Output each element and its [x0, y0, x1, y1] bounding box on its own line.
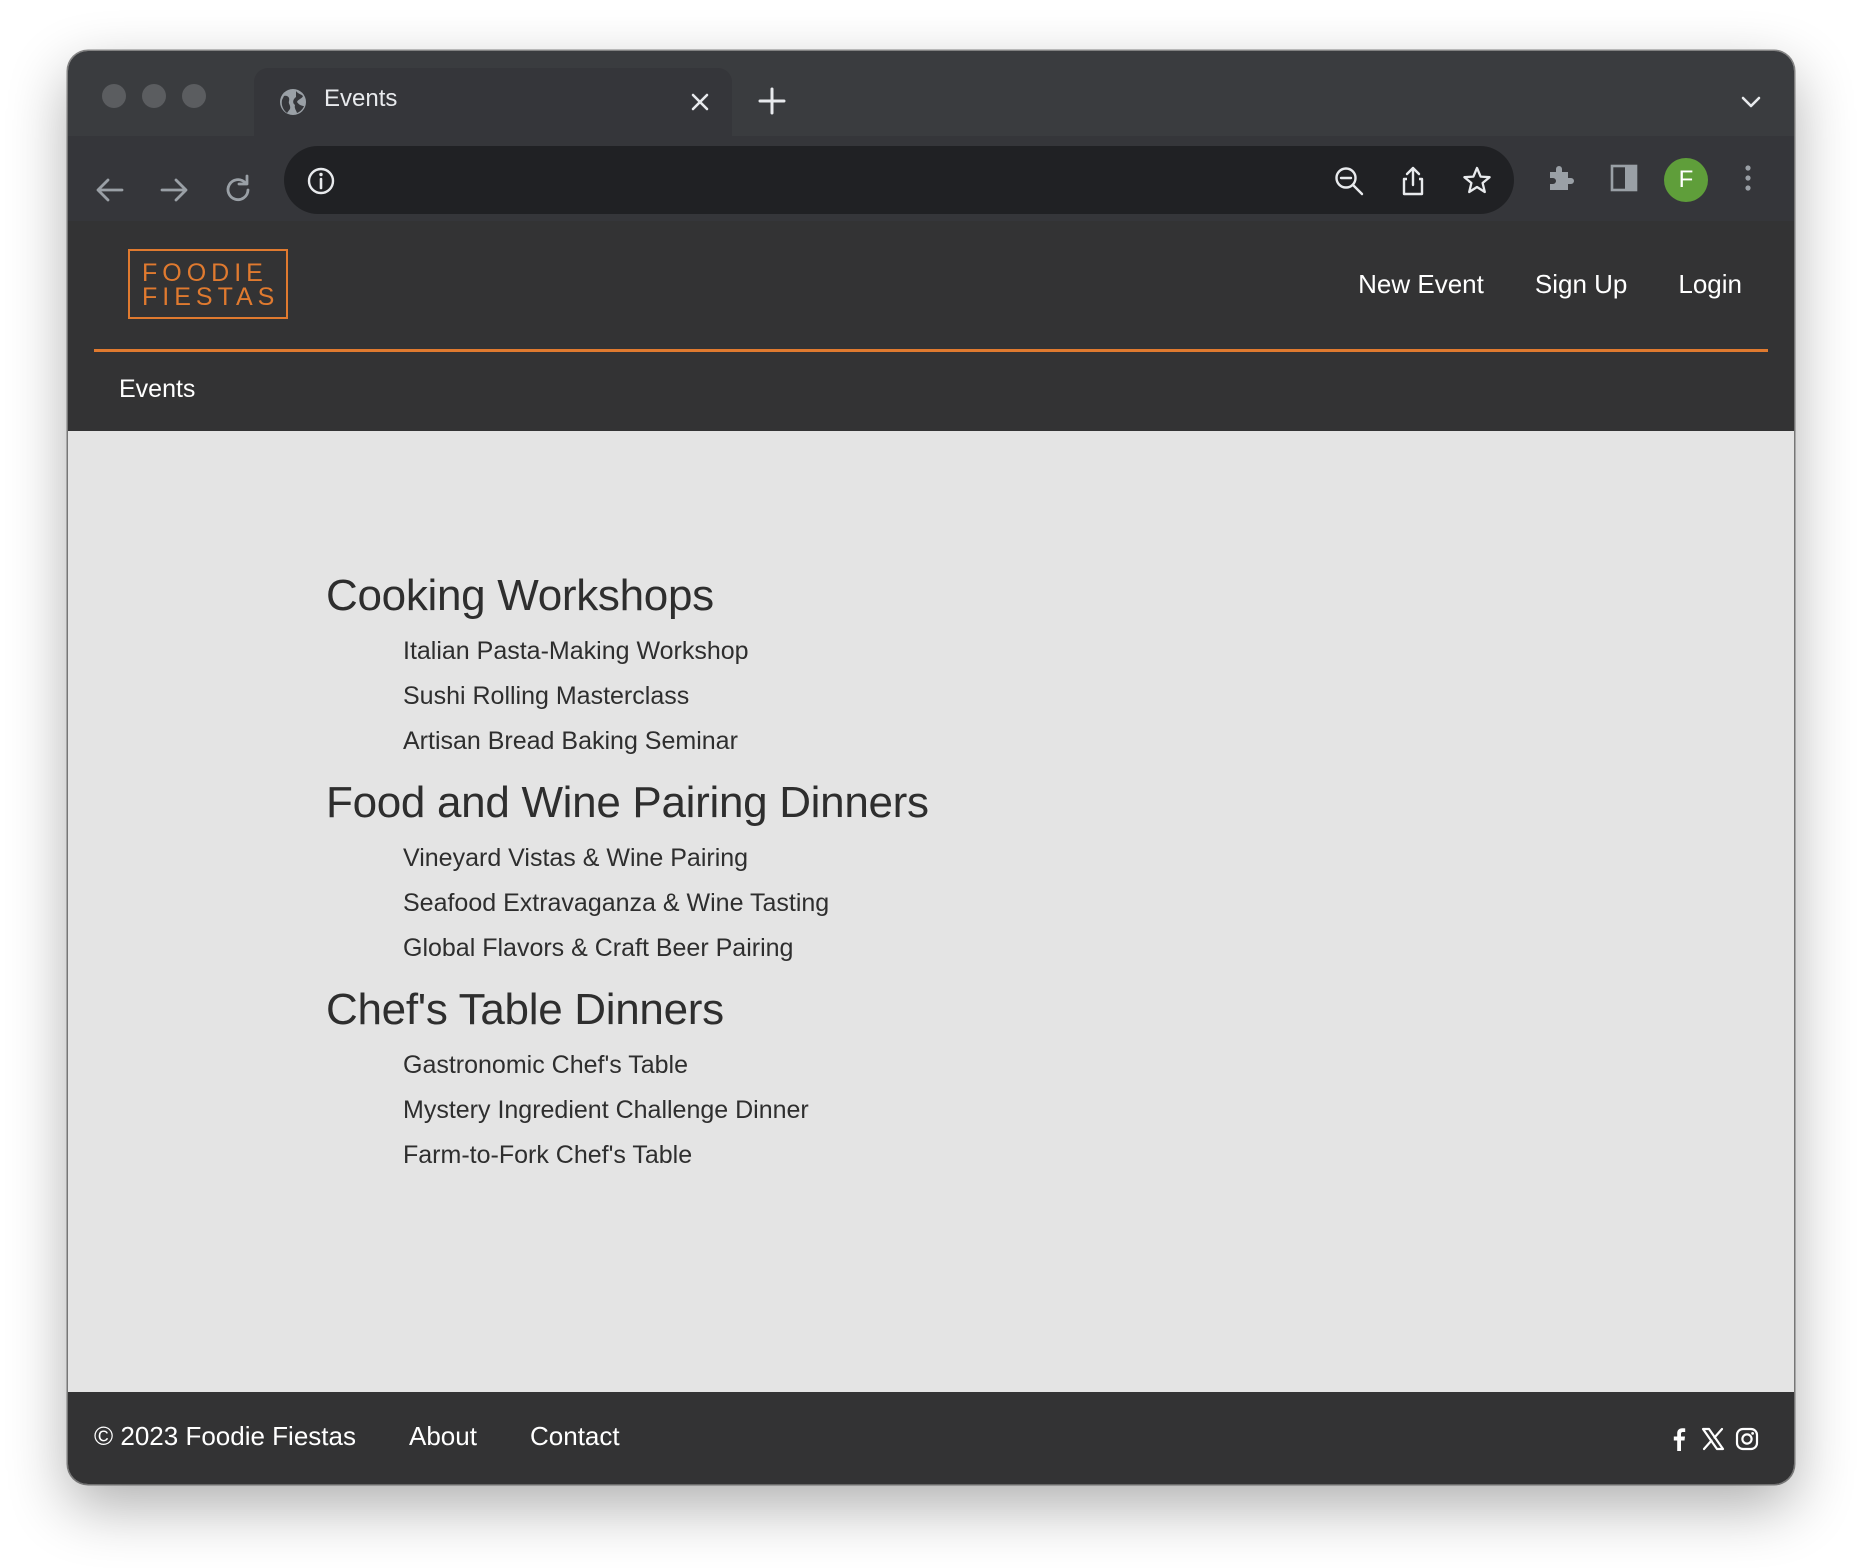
top-nav: New Event Sign Up Login	[1358, 269, 1742, 300]
window-close-dot[interactable]	[102, 84, 126, 108]
window-zoom-dot[interactable]	[182, 84, 206, 108]
event-item[interactable]: Vineyard Vistas & Wine Pairing	[403, 836, 929, 881]
forward-icon[interactable]	[156, 172, 192, 208]
event-category: Food and Wine Pairing Dinners Vineyard V…	[326, 778, 929, 971]
footer-contact-link[interactable]: Contact	[530, 1421, 620, 1452]
logo-line-1: FOODIE	[142, 259, 268, 287]
copyright-text: © 2023 Foodie Fiestas	[94, 1421, 356, 1451]
reload-icon[interactable]	[220, 172, 256, 208]
address-bar[interactable]	[284, 146, 1514, 214]
site-logo[interactable]: FOODIE FIESTAS	[128, 249, 288, 319]
tab-title: Events	[324, 85, 398, 112]
new-tab-icon[interactable]	[756, 85, 788, 117]
facebook-icon[interactable]	[1666, 1426, 1692, 1452]
chevron-down-icon[interactable]	[1738, 89, 1764, 115]
event-category: Chef's Table Dinners Gastronomic Chef's …	[326, 985, 929, 1178]
zoom-out-icon[interactable]	[1332, 164, 1366, 198]
event-item[interactable]: Seafood Extravaganza & Wine Tasting	[403, 881, 929, 926]
kebab-menu-icon[interactable]	[1730, 160, 1766, 196]
event-items: Italian Pasta-Making Workshop Sushi Roll…	[326, 629, 929, 764]
event-item[interactable]: Mystery Ingredient Challenge Dinner	[403, 1088, 929, 1133]
extensions-icon[interactable]	[1542, 160, 1578, 196]
header-divider	[94, 349, 1768, 352]
event-items: Gastronomic Chef's Table Mystery Ingredi…	[326, 1043, 929, 1178]
nav-new-event[interactable]: New Event	[1358, 269, 1484, 300]
logo-line-2: FIESTAS	[142, 283, 280, 311]
event-item[interactable]: Gastronomic Chef's Table	[403, 1043, 929, 1088]
profile-avatar[interactable]: F	[1664, 158, 1708, 202]
category-title: Cooking Workshops	[326, 571, 714, 620]
window-minimize-dot[interactable]	[142, 84, 166, 108]
category-title: Chef's Table Dinners	[326, 985, 724, 1034]
event-items: Vineyard Vistas & Wine Pairing Seafood E…	[326, 836, 929, 971]
category-title: Food and Wine Pairing Dinners	[326, 778, 929, 827]
browser-window: Events F FOODIE FIESTAS New Event Sign U…	[68, 51, 1794, 1484]
tab-strip: Events	[68, 51, 1794, 136]
instagram-icon[interactable]	[1734, 1426, 1760, 1452]
event-item[interactable]: Farm-to-Fork Chef's Table	[403, 1133, 929, 1178]
footer-about-link[interactable]: About	[409, 1421, 477, 1452]
event-category: Cooking Workshops Italian Pasta-Making W…	[326, 571, 929, 764]
tab-events[interactable]: Events	[254, 68, 732, 136]
bookmark-star-icon[interactable]	[1460, 164, 1494, 198]
nav-sign-up[interactable]: Sign Up	[1535, 269, 1628, 300]
subnav-events[interactable]: Events	[119, 375, 195, 404]
share-icon[interactable]	[1396, 164, 1430, 198]
info-icon[interactable]	[304, 164, 338, 198]
event-item[interactable]: Italian Pasta-Making Workshop	[403, 629, 929, 674]
x-icon[interactable]	[1700, 1426, 1726, 1452]
close-icon[interactable]	[686, 88, 714, 116]
back-icon[interactable]	[92, 172, 128, 208]
events-list: Cooking Workshops Italian Pasta-Making W…	[326, 571, 929, 1178]
site-header: FOODIE FIESTAS New Event Sign Up Login E…	[68, 221, 1794, 431]
nav-login[interactable]: Login	[1678, 269, 1742, 300]
event-item[interactable]: Artisan Bread Baking Seminar	[403, 719, 929, 764]
globe-icon	[280, 89, 306, 115]
event-item[interactable]: Sushi Rolling Masterclass	[403, 674, 929, 719]
side-panel-icon[interactable]	[1606, 160, 1642, 196]
event-item[interactable]: Global Flavors & Craft Beer Pairing	[403, 926, 929, 971]
site-footer: © 2023 Foodie Fiestas About Contact	[68, 1392, 1794, 1484]
